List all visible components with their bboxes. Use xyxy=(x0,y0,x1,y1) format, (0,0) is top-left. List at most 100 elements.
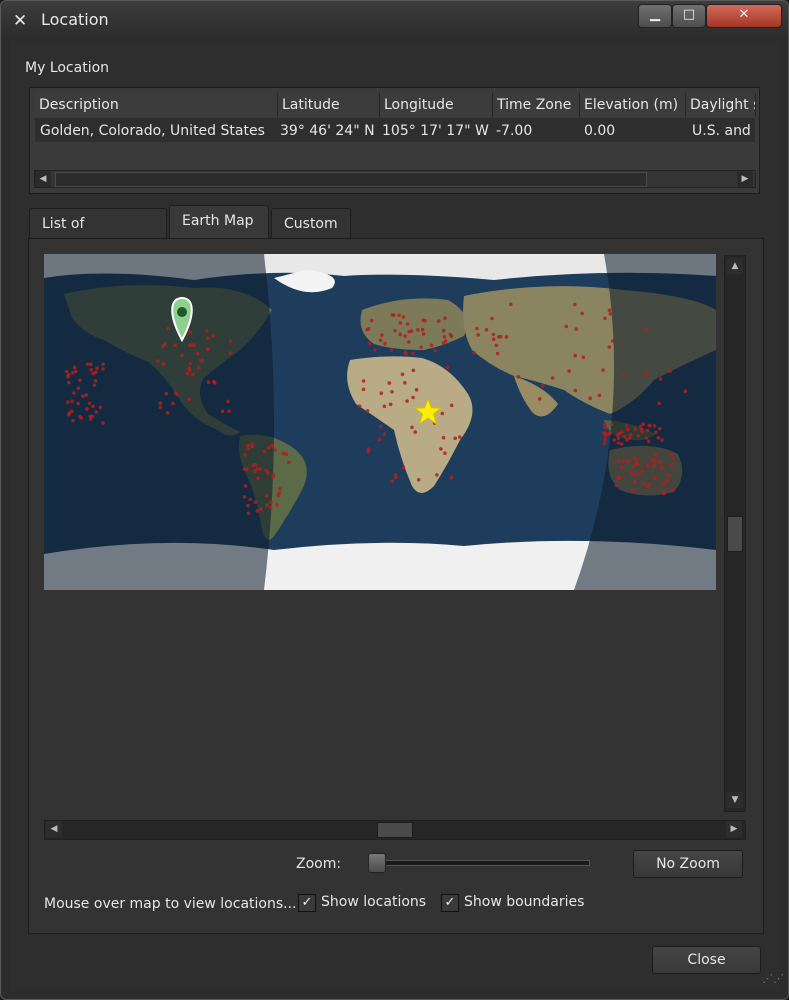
location-dot xyxy=(491,337,496,342)
column-header-elevation[interactable]: Elevation (m) xyxy=(580,93,686,117)
location-dot xyxy=(652,424,657,428)
tab-earth-map[interactable]: Earth Map xyxy=(169,205,269,239)
location-dot xyxy=(85,362,90,366)
location-dot xyxy=(603,316,607,321)
location-dot xyxy=(435,473,439,477)
close-button[interactable]: Close xyxy=(652,946,761,974)
location-dot xyxy=(581,355,586,360)
location-dot xyxy=(632,456,637,460)
location-dot xyxy=(484,327,489,332)
location-dot xyxy=(93,378,98,383)
show-boundaries-checkbox[interactable]: ✓ xyxy=(441,894,459,912)
location-dot xyxy=(204,329,209,333)
resize-grip-icon[interactable]: ⋰⋰ xyxy=(762,973,784,991)
location-dot xyxy=(420,327,425,332)
location-dot xyxy=(367,341,372,346)
location-dot xyxy=(644,327,648,332)
tab-custom[interactable]: Custom xyxy=(271,208,351,238)
location-dot xyxy=(640,469,644,474)
location-dot xyxy=(472,350,476,355)
location-dot xyxy=(453,436,458,441)
location-dot xyxy=(246,503,250,508)
map-vertical-scrollbar[interactable]: ▲ ▼ xyxy=(724,255,746,812)
table-scroll-thumb[interactable] xyxy=(55,172,647,187)
location-dot xyxy=(403,334,407,338)
location-dot xyxy=(243,453,247,457)
zoom-slider-track[interactable] xyxy=(368,860,590,866)
arrow-up-icon[interactable]: ▲ xyxy=(727,258,743,274)
title-bar[interactable]: ✕ Location ▁ □ ✕ xyxy=(1,1,788,39)
zoom-slider-thumb[interactable] xyxy=(368,853,386,873)
tab-list-of-locations[interactable]: List of Locations xyxy=(29,208,167,262)
column-header-description[interactable]: Description xyxy=(35,93,278,117)
location-dot xyxy=(645,464,650,468)
app-logo-icon: ✕ xyxy=(13,11,28,31)
location-dot xyxy=(277,491,282,495)
location-dot xyxy=(64,369,69,374)
show-locations-checkbox[interactable]: ✓ xyxy=(298,894,316,912)
maximize-button[interactable]: □ xyxy=(672,4,706,28)
column-header-longitude[interactable]: Longitude xyxy=(380,93,493,117)
location-dot xyxy=(622,434,627,439)
location-dot xyxy=(92,383,97,387)
location-dot xyxy=(564,324,569,329)
location-dot xyxy=(380,333,384,337)
location-dot xyxy=(669,464,673,468)
location-dot xyxy=(66,400,70,404)
location-dot xyxy=(187,397,191,402)
location-dot xyxy=(196,351,200,356)
arrow-left-icon[interactable]: ◀ xyxy=(46,821,62,837)
location-dot xyxy=(567,369,571,373)
location-dot xyxy=(449,403,454,408)
close-window-button[interactable]: ✕ xyxy=(706,4,782,28)
location-dot xyxy=(416,328,420,332)
location-dot xyxy=(657,401,661,406)
location-dot xyxy=(421,332,426,336)
location-dot xyxy=(670,487,674,492)
location-dot xyxy=(264,468,268,473)
column-header-daylight[interactable]: Daylight s xyxy=(686,93,756,117)
location-dot xyxy=(476,333,481,337)
location-dot xyxy=(657,460,662,465)
location-dot xyxy=(72,365,77,370)
location-dot xyxy=(616,476,621,480)
arrow-left-icon[interactable]: ◀ xyxy=(35,171,51,187)
location-dot xyxy=(269,443,274,448)
minimize-button[interactable]: ▁ xyxy=(638,4,672,28)
location-dot xyxy=(573,353,577,358)
vertical-scroll-thumb[interactable] xyxy=(727,516,743,552)
location-dot xyxy=(245,467,249,471)
location-dot xyxy=(494,343,499,348)
location-dot xyxy=(67,380,71,385)
table-horizontal-scrollbar[interactable]: ◀ ▶ xyxy=(34,170,756,188)
location-dot xyxy=(640,430,644,434)
arrow-right-icon[interactable]: ▶ xyxy=(726,821,742,837)
show-locations-label[interactable]: Show locations xyxy=(321,894,426,910)
location-dot xyxy=(228,339,233,343)
location-dot xyxy=(189,343,194,347)
location-dot xyxy=(361,379,366,383)
horizontal-scroll-thumb[interactable] xyxy=(377,822,413,838)
location-dot xyxy=(212,379,216,384)
location-dot xyxy=(433,348,437,353)
no-zoom-button[interactable]: No Zoom xyxy=(633,850,743,878)
location-dot xyxy=(287,460,291,465)
location-dot xyxy=(597,393,602,398)
column-header-timezone[interactable]: Time Zone xyxy=(493,93,580,117)
location-dot xyxy=(653,476,657,480)
show-boundaries-label[interactable]: Show boundaries xyxy=(464,894,584,910)
my-location-table[interactable]: Description Latitude Longitude Time Zone… xyxy=(29,87,760,194)
location-dot xyxy=(626,427,630,432)
map-horizontal-scrollbar[interactable]: ◀ ▶ xyxy=(44,820,746,840)
location-dot xyxy=(407,340,411,344)
column-header-latitude[interactable]: Latitude xyxy=(278,93,380,117)
arrow-right-icon[interactable]: ▶ xyxy=(737,171,753,187)
location-dot xyxy=(612,438,616,442)
location-dot xyxy=(632,480,637,484)
arrow-down-icon[interactable]: ▼ xyxy=(727,792,743,808)
location-dot xyxy=(81,394,85,398)
earth-map[interactable] xyxy=(44,254,716,590)
location-dot xyxy=(228,351,233,355)
location-dot xyxy=(404,351,408,356)
location-dot xyxy=(88,414,93,419)
